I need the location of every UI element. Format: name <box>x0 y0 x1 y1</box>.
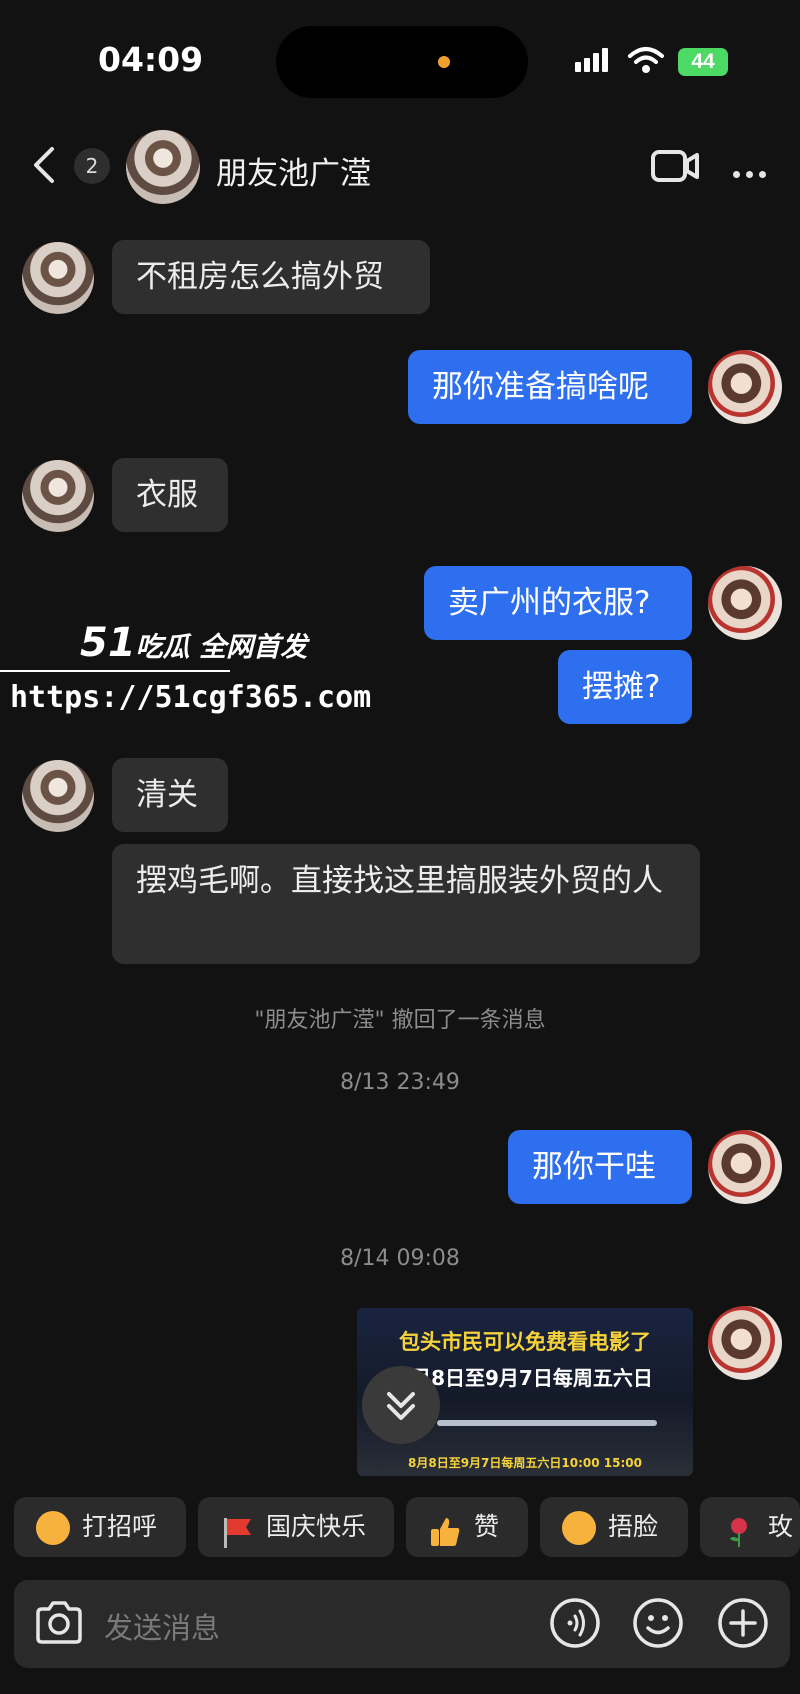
camera-icon[interactable] <box>32 1596 86 1654</box>
my-avatar[interactable] <box>708 566 782 640</box>
thumbs-up-icon <box>428 1511 462 1546</box>
image-caption-line1: 包头市民可以免费看电影了 <box>399 1330 651 1354</box>
my-avatar[interactable] <box>708 1130 782 1204</box>
more-options-icon[interactable] <box>733 163 772 182</box>
message-bubble-incoming[interactable]: 摆鸡毛啊。直接找这里搞服装外贸的人 <box>112 844 700 964</box>
status-time: 04:09 <box>98 40 204 79</box>
contact-avatar[interactable] <box>126 130 200 204</box>
quick-reply-rose[interactable]: 玫 <box>700 1497 800 1557</box>
recall-notice: "朋友池广滢" 撤回了一条消息 <box>254 1008 546 1033</box>
message-bubble-outgoing[interactable]: 卖广州的衣服? <box>424 566 692 640</box>
quick-reply-like[interactable]: 赞 <box>406 1497 528 1557</box>
sender-avatar[interactable] <box>22 760 94 832</box>
contact-name[interactable]: 朋友池广滢 <box>216 148 371 193</box>
timestamp: 8/14 09:08 <box>340 1246 460 1271</box>
sender-avatar[interactable] <box>22 242 94 314</box>
my-avatar[interactable] <box>708 1306 782 1380</box>
red-flag-icon <box>220 1511 254 1548</box>
voice-message-icon[interactable] <box>548 1596 602 1654</box>
watermark-brand: 51吃瓜 全网首发 <box>80 620 308 666</box>
message-bubble-outgoing[interactable]: 摆摊? <box>558 650 692 724</box>
battery-indicator: 44 <box>678 48 728 76</box>
dynamic-island <box>276 26 528 98</box>
watermark-url: https://51cgf365.com <box>10 680 372 715</box>
timestamp: 8/13 23:49 <box>340 1070 460 1095</box>
message-bubble-outgoing[interactable]: 那你干哇 <box>508 1130 692 1204</box>
scroll-to-bottom-button[interactable] <box>362 1366 440 1444</box>
unread-count-badge: 2 <box>74 148 110 184</box>
image-caption-line3: 8月8日至9月7日每周五六日10:00 15:00 <box>408 1456 642 1470</box>
quick-reply-greet[interactable]: 打招呼 <box>14 1497 186 1557</box>
my-avatar[interactable] <box>708 350 782 424</box>
rose-icon <box>722 1511 756 1547</box>
double-chevron-down-icon <box>387 1392 415 1420</box>
message-bubble-incoming[interactable]: 衣服 <box>112 458 228 532</box>
wifi-icon <box>628 46 664 78</box>
plus-icon[interactable] <box>716 1596 770 1654</box>
back-button[interactable] <box>30 145 60 189</box>
emoji-icon[interactable] <box>631 1596 685 1654</box>
quick-reply-national-day[interactable]: 国庆快乐 <box>198 1497 394 1557</box>
message-bubble-incoming[interactable]: 清关 <box>112 758 228 832</box>
message-bubble-outgoing[interactable]: 那你准备搞啥呢 <box>408 350 692 424</box>
privacy-indicator-dot <box>438 56 450 68</box>
video-call-icon[interactable] <box>650 148 700 188</box>
watermark-line <box>0 670 230 672</box>
message-input[interactable]: 发送消息 <box>104 1605 220 1647</box>
cellular-signal-icon <box>575 48 611 72</box>
message-bubble-incoming[interactable]: 不租房怎么搞外贸 <box>112 240 430 314</box>
cinema-screen-light <box>437 1420 657 1426</box>
sender-avatar[interactable] <box>22 460 94 532</box>
facepalm-emoji-icon <box>562 1511 596 1545</box>
quick-reply-facepalm[interactable]: 捂脸 <box>540 1497 688 1557</box>
smile-emoji-icon <box>36 1511 70 1545</box>
